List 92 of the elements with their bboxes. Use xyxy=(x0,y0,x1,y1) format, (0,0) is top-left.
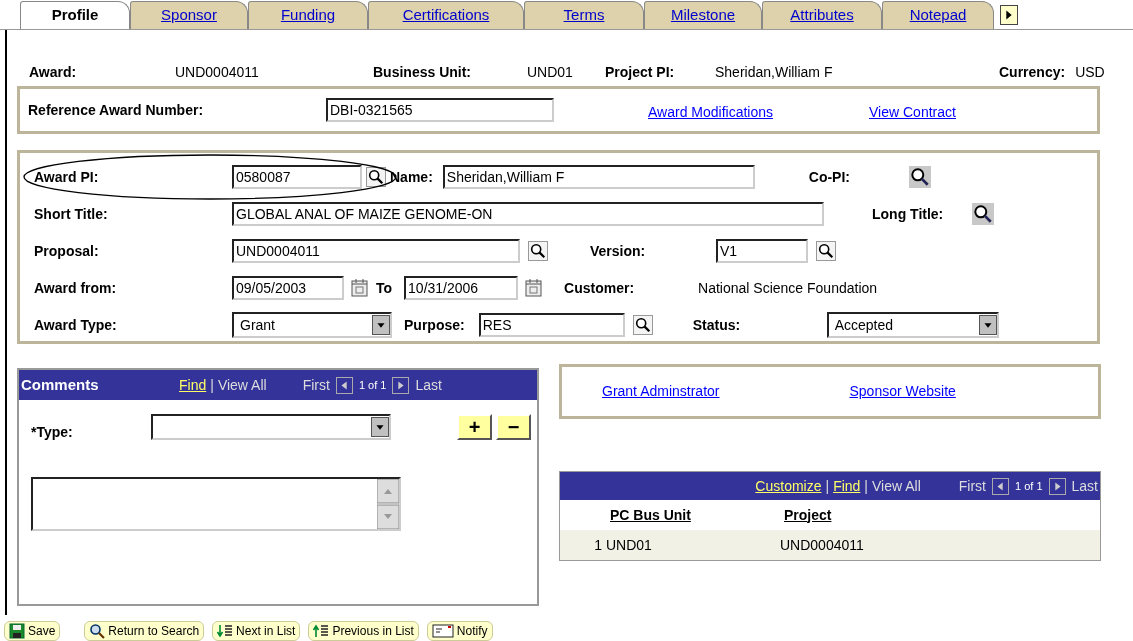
field-label: Project PI: xyxy=(605,62,676,82)
search-icon[interactable] xyxy=(528,241,548,261)
toolbar-button[interactable]: Notify xyxy=(426,621,493,641)
separator: | xyxy=(864,476,868,496)
link[interactable]: View Contract xyxy=(869,101,956,123)
search-icon[interactable] xyxy=(972,203,994,225)
panel-title: Comments xyxy=(21,374,100,395)
field-label: Award: xyxy=(29,62,78,82)
search-icon[interactable] xyxy=(366,167,386,187)
search-icon[interactable] xyxy=(908,166,931,188)
tab[interactable]: Funding xyxy=(248,1,368,29)
column-header[interactable]: Project xyxy=(784,504,832,526)
input-field[interactable]: 0580087 xyxy=(232,165,362,189)
input-field[interactable]: 09/05/2003 xyxy=(232,276,344,300)
field-label: Version: xyxy=(590,242,646,259)
find-link[interactable]: Find xyxy=(833,475,861,497)
field-label: Award from: xyxy=(34,278,118,298)
field-value: Sheridan,William F xyxy=(715,62,833,82)
field-label: Reference Award Number: xyxy=(28,100,205,120)
link[interactable]: Sponsor Website xyxy=(849,381,956,402)
tab[interactable]: Notepad xyxy=(882,1,994,29)
field-label: Short Title: xyxy=(34,204,109,224)
input-field[interactable]: RES xyxy=(478,313,625,337)
page-count: 1 of 1 xyxy=(1015,478,1043,494)
down-arrow-list-icon xyxy=(217,624,234,638)
field-label: Currency: xyxy=(999,62,1066,82)
tab[interactable]: Terms xyxy=(524,1,644,29)
field-value: UND01 xyxy=(527,62,573,82)
field-label: Award Type: xyxy=(34,315,118,335)
row-number: 1 xyxy=(593,535,603,555)
tab[interactable]: Attributes xyxy=(762,1,882,29)
field-label: *Type: xyxy=(31,423,74,442)
view-all-link[interactable]: View All xyxy=(872,475,921,497)
caret-icon xyxy=(371,416,389,437)
scrollbar[interactable] xyxy=(377,479,399,529)
view-all-link[interactable]: View All xyxy=(217,374,267,396)
field-label: Co-PI: xyxy=(808,168,850,185)
calendar-icon[interactable] xyxy=(524,278,545,298)
search-icon xyxy=(89,623,106,639)
field-label: To xyxy=(376,279,393,296)
calendar-icon[interactable] xyxy=(350,278,370,298)
customize-link[interactable]: Customize xyxy=(755,475,822,497)
field-label: Award PI: xyxy=(34,167,100,187)
separator: | xyxy=(825,476,830,496)
tab[interactable]: Certifications xyxy=(368,1,524,29)
field-label: Customer: xyxy=(564,279,635,296)
toolbar-button[interactable]: Next in List xyxy=(212,621,301,641)
tab[interactable]: Milestone xyxy=(644,1,762,29)
input-field[interactable]: Sheridan,William F xyxy=(442,165,755,189)
field-label: Long Title: xyxy=(872,205,944,222)
first-label: First xyxy=(302,375,330,395)
toolbar-button[interactable]: Return to Search xyxy=(84,621,205,641)
find-link[interactable]: Find xyxy=(179,374,207,396)
dropdown[interactable] xyxy=(151,413,391,440)
table-cell-text: UND0004011 xyxy=(780,535,864,555)
last-label: Last xyxy=(415,375,442,395)
link[interactable]: Award Modifications xyxy=(648,101,774,123)
field-label: Status: xyxy=(692,316,741,333)
toolbar-button[interactable]: Previous in List xyxy=(308,621,419,641)
separator: | xyxy=(210,375,214,395)
input-field[interactable]: V1 xyxy=(716,239,808,263)
dropdown[interactable]: Grant xyxy=(232,312,392,338)
link[interactable]: Grant Adminstrator xyxy=(602,381,720,402)
up-arrow-list-icon xyxy=(313,624,330,638)
search-icon[interactable] xyxy=(632,315,653,335)
input-field[interactable]: GLOBAL ANAL OF MAIZE GENOME-ON xyxy=(232,202,824,226)
dropdown[interactable]: Accepted xyxy=(826,312,999,338)
caret-icon xyxy=(372,315,390,335)
scroll-right-icon[interactable] xyxy=(1000,5,1018,25)
input-field[interactable]: DBI-0321565 xyxy=(326,98,554,122)
input-field[interactable]: 10/31/2006 xyxy=(404,276,519,300)
message-icon xyxy=(431,624,454,638)
page-count: 1 of 1 xyxy=(358,377,387,393)
delete-row-button[interactable]: − xyxy=(496,413,531,440)
column-header[interactable]: PC Bus Unit xyxy=(610,504,784,526)
field-label: Purpose: xyxy=(404,316,465,333)
field-value: USD xyxy=(1075,62,1105,82)
first-label: First xyxy=(958,476,986,496)
field-value: National Science Foundation xyxy=(698,278,878,298)
field-value: UND0004011 xyxy=(175,62,259,82)
add-row-button[interactable]: + xyxy=(457,413,492,440)
field-label: Business Unit: xyxy=(373,62,472,82)
field-label: Proposal: xyxy=(34,241,100,261)
tab[interactable]: Profile xyxy=(20,1,130,29)
table-cell-text: UND01 xyxy=(606,535,653,555)
last-label: Last xyxy=(1071,476,1098,496)
toolbar-button[interactable]: Save xyxy=(4,621,61,641)
input-field[interactable]: UND0004011 xyxy=(232,239,520,263)
tab[interactable]: Sponsor xyxy=(130,1,248,29)
search-icon[interactable] xyxy=(816,241,836,261)
caret-icon xyxy=(978,315,997,335)
comment-text-area[interactable] xyxy=(31,477,401,531)
